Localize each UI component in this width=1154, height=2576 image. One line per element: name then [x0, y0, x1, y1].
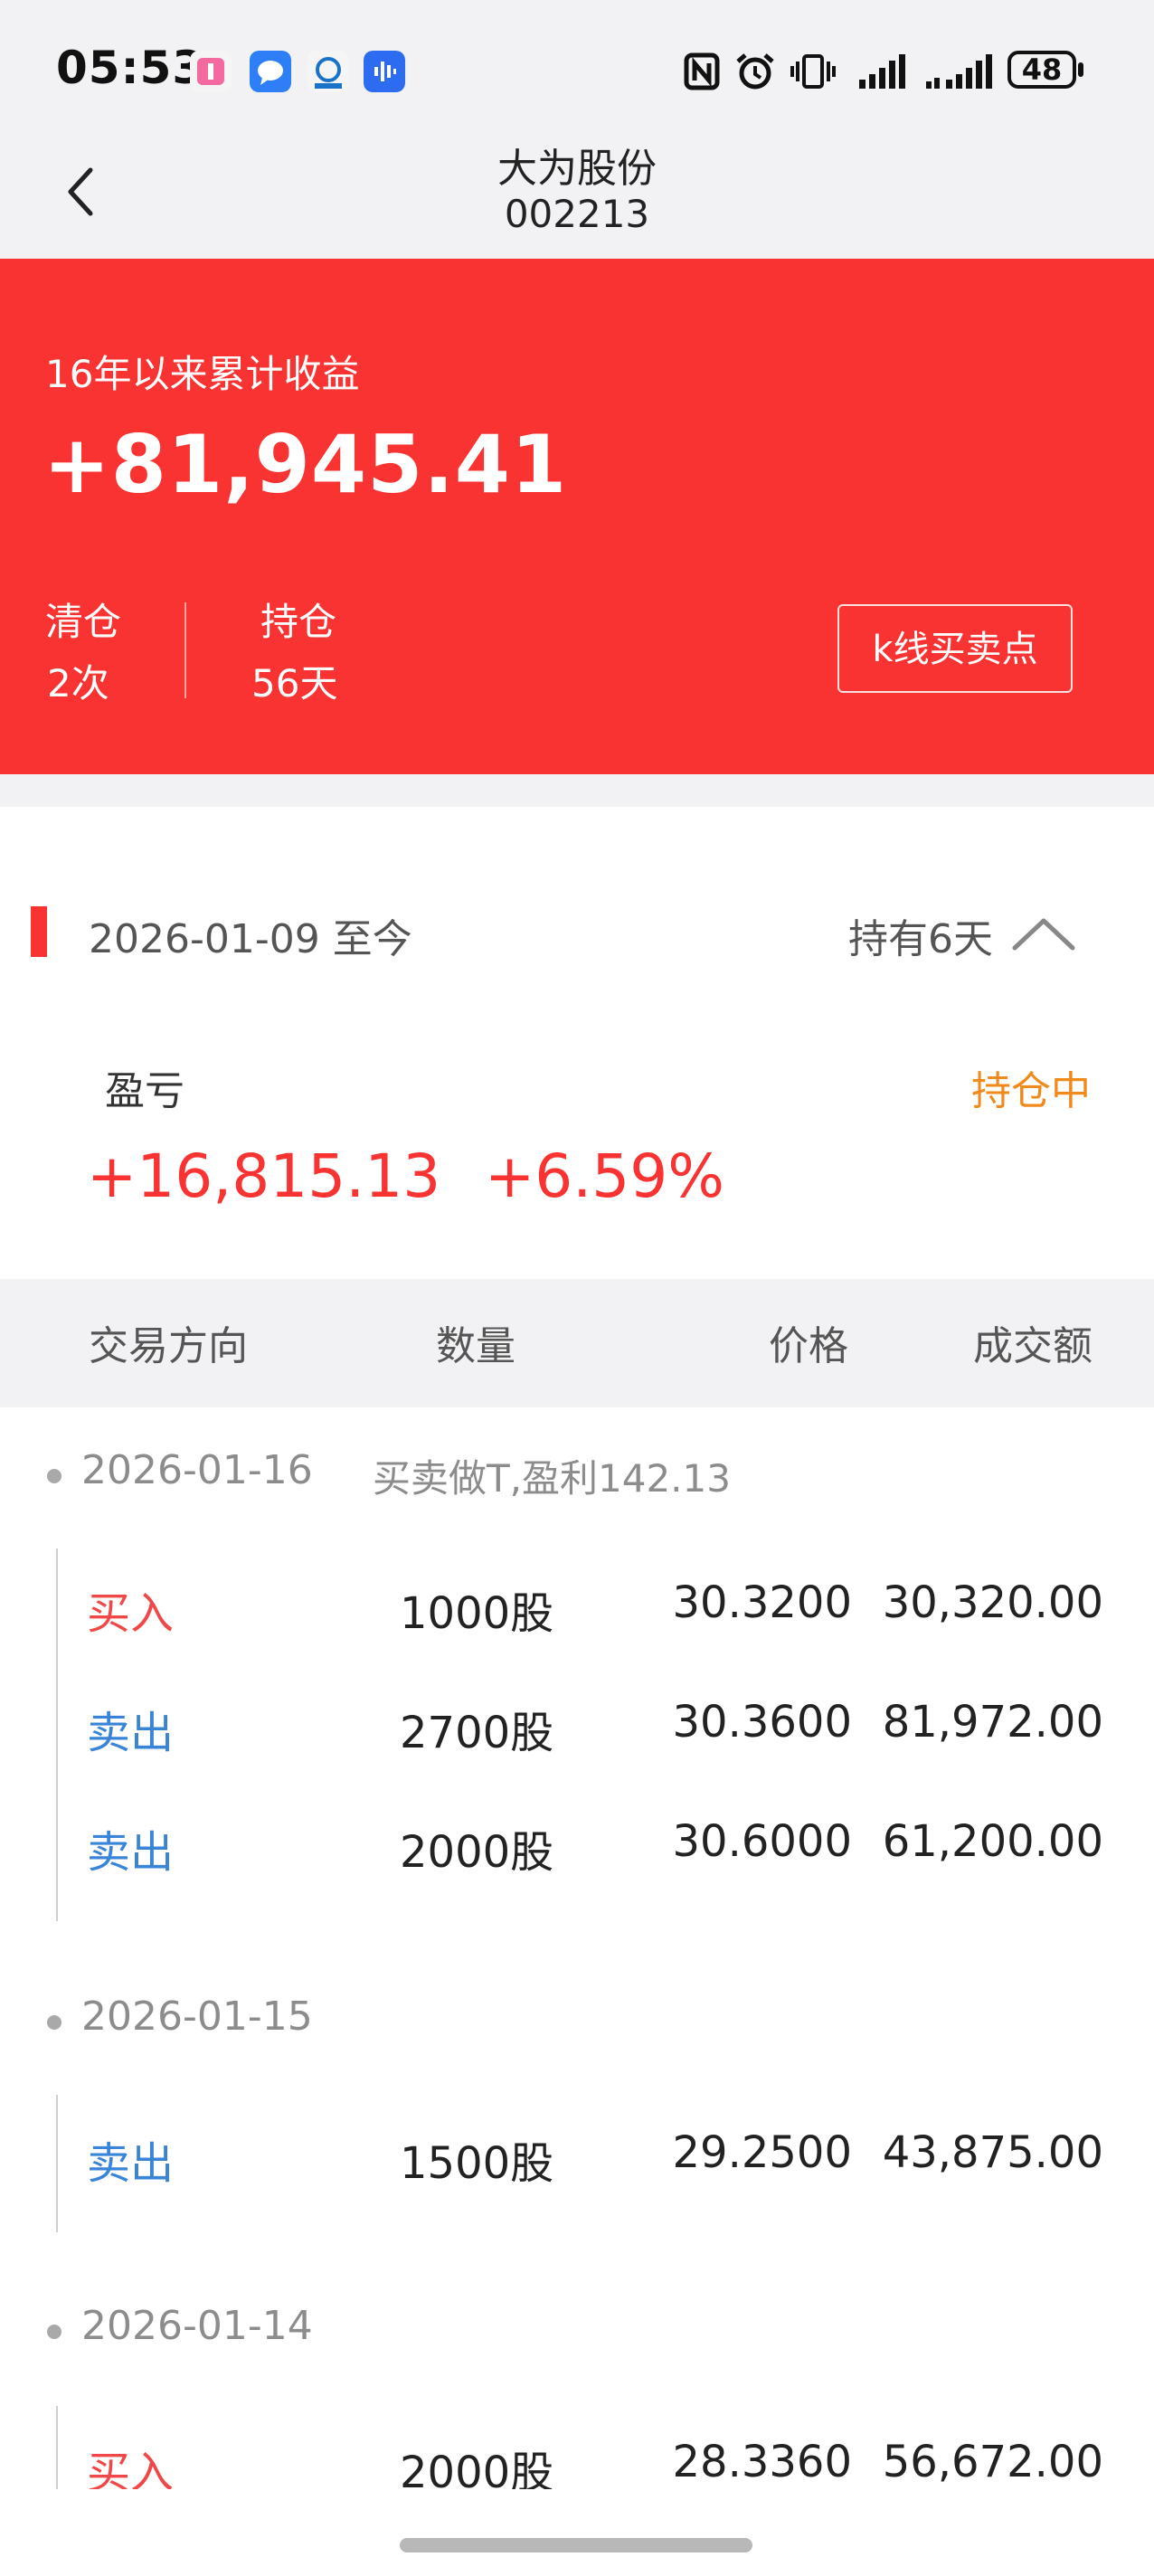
trade-price: 30.3200 [672, 1577, 853, 1628]
period-range: 2026-01-09 至今 [89, 916, 412, 962]
timeline-dot [47, 2015, 61, 2030]
timeline-line [56, 2095, 58, 2232]
battery-icon: 48 [1007, 51, 1085, 92]
group-date: 2026-01-16 [81, 1447, 313, 1493]
period-hold-days[interactable]: 持有6天 [848, 906, 993, 964]
trade-direction: 卖出 [87, 1708, 175, 1758]
period-marker [31, 906, 47, 957]
timeline-dot [47, 1469, 61, 1483]
summary-label: 16年以来累计收益 [45, 352, 360, 396]
stock-code: 002213 [504, 192, 650, 236]
nfc-icon [684, 52, 720, 90]
hold-days-label: 持仓 [260, 600, 337, 644]
trade-amount: 30,320.00 [882, 1577, 1103, 1628]
trade-amount: 61,200.00 [882, 1816, 1103, 1867]
notification-app-icon [190, 51, 232, 92]
voice-app-icon [364, 51, 405, 92]
trade-quantity: 1500股 [400, 2138, 554, 2189]
alarm-icon [736, 53, 774, 90]
trade-direction: 买入 [87, 1588, 175, 1639]
trade-amount: 81,972.00 [882, 1697, 1103, 1747]
battery-level: 48 [1021, 52, 1063, 87]
clear-count-label: 清仓 [45, 600, 122, 644]
signal-icon [859, 54, 905, 89]
column-header-quantity: 数量 [436, 1323, 516, 1369]
trade-direction: 卖出 [87, 2138, 175, 2189]
cs-app-icon [307, 51, 349, 92]
trade-price: 30.3600 [672, 1697, 853, 1747]
trade-quantity: 2700股 [400, 1708, 554, 1758]
trade-price: 30.6000 [672, 1816, 853, 1867]
column-header-direction: 交易方向 [89, 1323, 248, 1369]
trade-quantity: 1000股 [400, 1588, 554, 1639]
group-date: 2026-01-14 [81, 2303, 313, 2349]
column-header-amount: 成交额 [973, 1323, 1093, 1369]
summary-card [0, 259, 1154, 774]
bottom-safe-area [0, 2489, 1154, 2576]
summary-divider [184, 602, 186, 698]
holding-status: 持仓中 [971, 1068, 1091, 1114]
timeline-line [56, 1548, 58, 1921]
trade-quantity: 2000股 [400, 1827, 554, 1878]
chat-app-icon [250, 51, 291, 92]
group-date: 2026-01-15 [81, 1994, 313, 2040]
trade-price: 28.3360 [672, 2437, 853, 2487]
pl-label: 盈亏 [105, 1068, 184, 1114]
trade-amount: 43,875.00 [882, 2127, 1103, 2178]
trade-price: 29.2500 [672, 2127, 853, 2178]
chevron-up-icon[interactable] [1011, 915, 1076, 952]
page-title: 大为股份 [497, 146, 657, 192]
vibrate-icon [790, 54, 836, 89]
home-indicator[interactable] [400, 2538, 752, 2552]
column-header-price: 价格 [769, 1323, 848, 1369]
status-time: 05:53 [56, 42, 205, 94]
timeline-dot [47, 2325, 61, 2339]
trade-amount: 56,672.00 [882, 2437, 1103, 2487]
kline-trade-points-button[interactable]: k线买卖点 [837, 604, 1073, 693]
trade-direction: 卖出 [87, 1827, 175, 1878]
clear-count-value: 2次 [47, 661, 109, 706]
pl-amount: +16,815.13 [87, 1141, 441, 1211]
signal-icon-2 [926, 54, 992, 89]
hold-days-value: 56天 [251, 661, 338, 706]
group-note: 买卖做T,盈利142.13 [373, 1456, 731, 1501]
section-divider [0, 774, 1154, 807]
summary-total-profit: +81,945.41 [43, 418, 568, 511]
pl-percent: +6.59% [485, 1141, 724, 1211]
